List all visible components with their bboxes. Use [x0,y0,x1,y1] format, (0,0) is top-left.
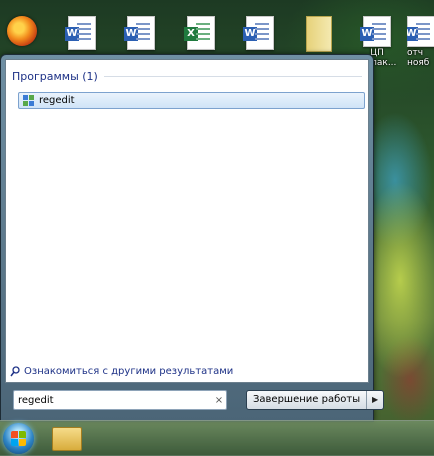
folder-document-icon [306,16,332,52]
search-icon [10,366,20,377]
firefox-icon [7,16,37,46]
result-item-regedit[interactable]: regedit [18,92,365,109]
programs-section-title[interactable]: Программы (1) [12,70,98,83]
excel-document-icon: X [184,16,215,50]
windows-start-orb-icon[interactable] [3,423,34,454]
start-menu: Программы (1) regedit Ознакомиться с дру… [0,54,385,422]
desktop-icon-caption: отч нояб [407,48,430,68]
section-divider [103,76,362,77]
result-item-label: regedit [39,95,75,106]
clear-search-icon[interactable]: × [212,395,226,406]
regedit-icon [23,95,35,106]
taskbar [0,420,434,456]
desktop-icon-word-5[interactable]: W отч нояб [407,16,434,68]
word-document-icon: W [360,16,391,47]
shutdown-options-arrow-icon[interactable]: ▶ [367,391,383,409]
shutdown-control: Завершение работы ▶ [246,390,385,410]
programs-section-header: Программы (1) [12,70,362,83]
word-document-icon: W [65,16,96,50]
see-more-results-link[interactable]: Ознакомиться с другими результатами [10,366,233,377]
search-input-value: regedit [18,394,54,406]
explorer-folder-icon[interactable] [52,427,82,451]
word-document-icon: W [243,16,274,50]
word-document-icon: W [407,16,434,47]
search-results-pane: Программы (1) regedit Ознакомиться с дру… [5,59,369,383]
see-more-results-label: Ознакомиться с другими результатами [24,366,234,377]
start-search-input[interactable]: regedit × [13,390,227,410]
word-document-icon: W [124,16,155,50]
shutdown-button[interactable]: Завершение работы [247,391,368,409]
